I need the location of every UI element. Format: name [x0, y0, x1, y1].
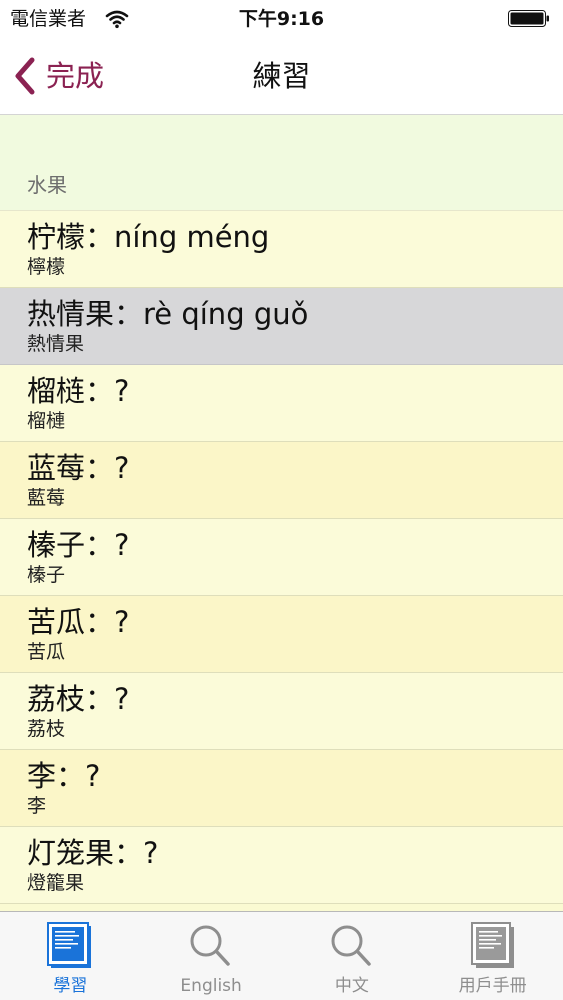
- list-item-traditional: 檸檬: [27, 256, 66, 278]
- list-item-traditional: 荔枝: [27, 718, 66, 740]
- list-item-traditional: 榛子: [27, 564, 66, 586]
- tab-study-label: 學習: [53, 976, 88, 996]
- tab-bar: 學習 English 中文 用戶手冊: [0, 911, 563, 1000]
- list-item-traditional: 苦瓜: [27, 641, 66, 663]
- page-title: 練習: [252, 59, 311, 93]
- navigation-bar: 完成 練習: [0, 38, 563, 115]
- search-icon: [190, 925, 230, 966]
- list-item-traditional: 榴槤: [27, 410, 66, 432]
- list-item[interactable]: 苦瓜：? 苦瓜: [0, 596, 563, 673]
- practice-list[interactable]: 水果 柠檬：níng méng 檸檬 热情果：rè qíng guǒ 熱情果 榴…: [0, 115, 563, 911]
- list-item-selected[interactable]: 热情果：rè qíng guǒ 熱情果: [0, 288, 563, 365]
- list-item-term: 苦瓜：?: [27, 605, 130, 639]
- tab-english[interactable]: English: [141, 912, 282, 1000]
- list-item[interactable]: 榴梿：? 榴槤: [0, 365, 563, 442]
- battery-icon: [508, 10, 549, 27]
- list-item-term: 榴梿：?: [27, 374, 130, 408]
- list-item-term: 热情果：rè qíng guǒ: [27, 297, 309, 331]
- study-document-icon: [47, 922, 92, 968]
- list-item-traditional: 藍莓: [27, 487, 66, 509]
- list-item-traditional: 熱情果: [27, 333, 85, 355]
- status-time: 下午9:16: [238, 8, 325, 30]
- tab-study[interactable]: 學習: [0, 912, 141, 1000]
- list-item-term: 蓝莓：?: [27, 451, 130, 485]
- section-label: 水果: [27, 173, 67, 197]
- list-item-term: 灯笼果：?: [27, 836, 159, 870]
- list-item[interactable]: 李：? 李: [0, 750, 563, 827]
- list-item-term: 荔枝：?: [27, 682, 130, 716]
- tab-user-manual[interactable]: 用戶手冊: [422, 912, 563, 1000]
- section-header: 水果: [0, 115, 563, 211]
- list-item[interactable]: 灯笼果：? 燈籠果: [0, 827, 563, 904]
- list-item-traditional: 李: [27, 795, 47, 817]
- list-item-term: 榛子：?: [27, 528, 130, 562]
- list-item[interactable]: 柠檬：níng méng 檸檬: [0, 211, 563, 288]
- manual-document-icon: [470, 922, 514, 968]
- status-bar: 電信業者 下午9:16: [0, 0, 563, 38]
- tab-chinese[interactable]: 中文: [282, 912, 423, 1000]
- app-screen: 電信業者 下午9:16 完成 練習 水果 柠檬：níng méng 檸檬 热情果…: [0, 0, 563, 1000]
- list-item[interactable]: 荔枝：? 荔枝: [0, 673, 563, 750]
- search-icon: [331, 925, 371, 966]
- list-item[interactable]: 榛子：? 榛子: [0, 519, 563, 596]
- list-item-term: 李：?: [27, 759, 101, 793]
- list-item-traditional: 燈籠果: [27, 872, 85, 894]
- tab-english-label: English: [180, 976, 242, 996]
- tab-user-manual-label: 用戶手冊: [458, 976, 527, 996]
- list-item-term: 柠檬：níng méng: [27, 220, 270, 254]
- tab-chinese-label: 中文: [334, 976, 369, 996]
- list-item[interactable]: 蓝莓：? 藍莓: [0, 442, 563, 519]
